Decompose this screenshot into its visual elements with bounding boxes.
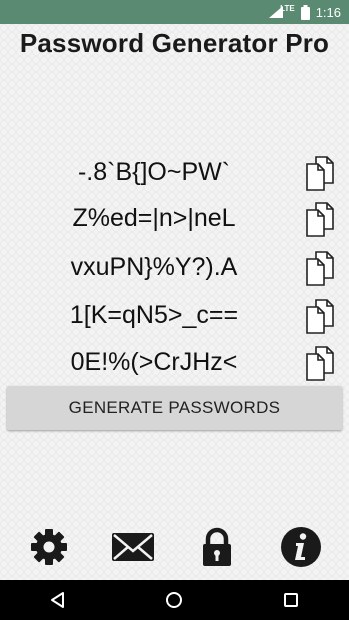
- password-row: vxuPN}%Y?).A: [0, 245, 349, 289]
- status-bar: LTE 1:16: [0, 0, 349, 24]
- copy-icon[interactable]: [303, 201, 339, 237]
- password-row: 0E!%(>CrJHz<: [0, 340, 349, 384]
- status-time: 1:16: [315, 4, 341, 20]
- copy-icon[interactable]: [303, 155, 339, 191]
- copy-icon[interactable]: [303, 345, 339, 381]
- password-text: -.8`B{]O~PW`: [77, 158, 231, 186]
- copy-icon[interactable]: [303, 298, 339, 334]
- generate-passwords-button[interactable]: GENERATE PASSWORDS: [7, 386, 342, 430]
- password-row: -.8`B{]O~PW`: [0, 150, 349, 194]
- password-row: 1[K=qN5>_c==: [0, 293, 349, 337]
- password-text: 0E!%(>CrJHz<: [70, 348, 238, 376]
- info-icon[interactable]: [280, 526, 322, 568]
- password-text: 1[K=qN5>_c==: [69, 301, 239, 329]
- back-icon[interactable]: [49, 591, 67, 609]
- home-icon[interactable]: [165, 591, 183, 609]
- network-label: LTE: [280, 3, 295, 13]
- battery-icon: [300, 4, 310, 20]
- copy-icon[interactable]: [303, 250, 339, 286]
- recents-icon[interactable]: [282, 591, 300, 609]
- lock-icon[interactable]: [196, 526, 238, 568]
- navigation-bar: [0, 580, 349, 620]
- password-text: vxuPN}%Y?).A: [70, 253, 238, 281]
- password-row: Z%ed=|n>|neL: [0, 196, 349, 240]
- password-text: Z%ed=|n>|neL: [72, 204, 236, 232]
- app-title: Password Generator Pro: [19, 28, 330, 58]
- settings-icon[interactable]: [28, 526, 70, 568]
- email-icon[interactable]: [111, 526, 155, 568]
